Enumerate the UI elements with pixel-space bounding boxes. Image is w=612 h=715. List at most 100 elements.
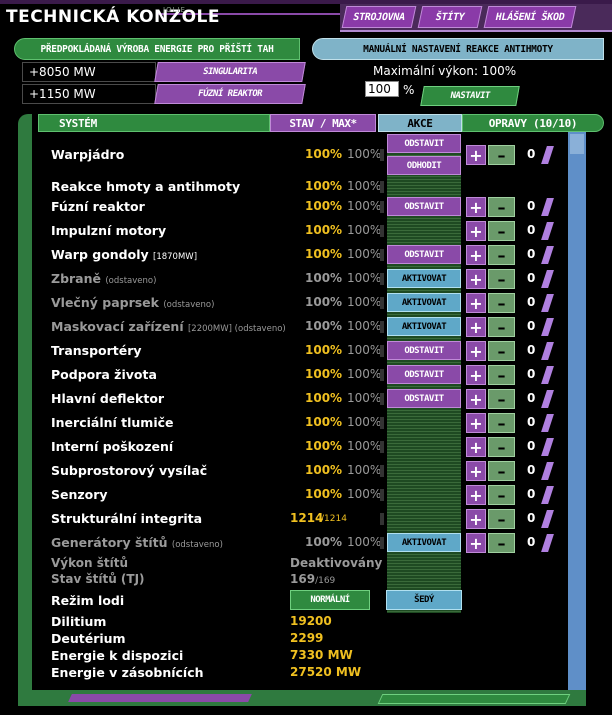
tab-stity[interactable]: ŠTÍTY (417, 6, 483, 28)
shutdown-button[interactable]: ODSTAVIT (387, 389, 461, 408)
energy-fusion-value: +1150 MW (22, 84, 156, 104)
system-max: 100% (347, 535, 382, 549)
repair-plus-button[interactable]: + (466, 365, 486, 385)
system-status: 100% (305, 271, 343, 285)
system-name-text: Podpora života (51, 367, 157, 382)
tab-strojovna[interactable]: STROJOVNA (341, 6, 417, 28)
system-max: 100% (347, 319, 382, 333)
repair-plus-button[interactable]: + (466, 533, 486, 553)
shutdown-button[interactable]: ODSTAVIT (387, 197, 461, 216)
repair-count: 0 (527, 295, 536, 309)
repair-plus-button[interactable]: + (466, 509, 486, 529)
system-max: 100% (347, 271, 382, 285)
repair-minus-button[interactable]: – (488, 365, 515, 385)
energy-available-value: 7330 MW (290, 648, 353, 662)
system-name-text: Strukturální integrita (51, 511, 203, 526)
system-status: 100% (305, 391, 343, 405)
row-tick (380, 273, 384, 285)
repair-minus-button[interactable]: – (488, 389, 515, 409)
repair-slash-icon (541, 390, 553, 408)
repair-plus-button[interactable]: + (466, 293, 486, 313)
system-name-text: Warpjádro (51, 147, 125, 162)
shutdown-button[interactable]: ODSTAVIT (387, 245, 461, 264)
shutdown-button[interactable]: ODSTAVIT (387, 134, 461, 153)
system-row: Interní poškození 100% 100% + –0 (0, 436, 612, 458)
repair-count: 0 (527, 223, 536, 237)
system-name-text: Interní poškození (51, 439, 174, 454)
repair-plus-button[interactable]: + (466, 341, 486, 361)
activate-button[interactable]: AKTIVOVAT (387, 269, 461, 288)
repair-count: 0 (527, 439, 536, 453)
row-tick (380, 369, 384, 381)
system-max: 100% (347, 463, 382, 477)
col-header-system: SYSTÉM (38, 114, 270, 132)
ship-mode-grey-button[interactable]: ŠEDÝ (386, 590, 462, 610)
repair-slash-icon (541, 462, 553, 480)
row-tick (380, 417, 384, 429)
system-max: 100% (347, 415, 382, 429)
repair-minus-button[interactable]: – (488, 221, 515, 241)
tab-hlaseni-skod[interactable]: HLÁŠENÍ ŠKOD (483, 6, 577, 28)
system-name: Warpjádro (51, 147, 124, 162)
repair-plus-button[interactable]: + (466, 413, 486, 433)
shutdown-button[interactable]: ODSTAVIT (387, 365, 461, 384)
repair-minus-button[interactable]: – (488, 145, 515, 165)
system-max: 100% (347, 391, 382, 405)
repair-count: 0 (527, 271, 536, 285)
dilithium-value: 19200 (290, 614, 332, 628)
activate-button[interactable]: AKTIVOVAT (387, 293, 461, 312)
repair-slash-icon (541, 198, 553, 216)
repair-plus-button[interactable]: + (466, 245, 486, 265)
system-row: Warpjádro 100% 100% ODSTAVIT ODHODIT + –0 (0, 134, 612, 175)
system-name-text: Transportéry (51, 343, 142, 358)
system-name-text: Impulzní motory (51, 223, 167, 238)
ship-mode-normal-button[interactable]: NORMÁLNÍ (290, 590, 370, 610)
repair-plus-button[interactable]: + (466, 197, 486, 217)
repair-minus-button[interactable]: – (488, 413, 515, 433)
system-name-note: (odstaveno) (163, 300, 215, 310)
repair-slash-icon (541, 534, 553, 552)
repair-minus-button[interactable]: – (488, 437, 515, 457)
col-header-repairs: OPRAVY (10/10) (462, 114, 604, 132)
repair-minus-button[interactable]: – (488, 197, 515, 217)
repair-minus-button[interactable]: – (488, 485, 515, 505)
system-name: Senzory (51, 487, 108, 502)
system-status: 100% (305, 535, 343, 549)
row-tick (380, 513, 384, 525)
repair-plus-button[interactable]: + (466, 145, 486, 165)
repair-plus-button[interactable]: + (466, 461, 486, 481)
repair-minus-button[interactable]: – (488, 245, 515, 265)
system-status: 100% (305, 487, 343, 501)
system-name-text: Maskovací zařízení (51, 319, 184, 334)
repair-count: 0 (527, 147, 536, 161)
repair-minus-button[interactable]: – (488, 317, 515, 337)
energy-available-label: Energie k dispozici (51, 648, 184, 663)
activate-button[interactable]: AKTIVOVAT (387, 533, 461, 552)
repair-plus-button[interactable]: + (466, 389, 486, 409)
repair-plus-button[interactable]: + (466, 317, 486, 337)
shutdown-button[interactable]: ODSTAVIT (387, 341, 461, 360)
repair-minus-button[interactable]: – (488, 509, 515, 529)
repair-plus-button[interactable]: + (466, 437, 486, 457)
system-status: 100% (305, 147, 343, 161)
system-row: Reakce hmoty a antihmoty 100% 100% (0, 176, 612, 198)
repair-minus-button[interactable]: – (488, 269, 515, 289)
repair-plus-button[interactable]: + (466, 269, 486, 289)
repair-minus-button[interactable]: – (488, 341, 515, 361)
antimatter-input[interactable] (365, 81, 399, 97)
system-name-text: Generátory štítů (51, 535, 168, 550)
system-name-text: Senzory (51, 487, 108, 502)
repair-plus-button[interactable]: + (466, 221, 486, 241)
set-button[interactable]: NASTAVIT (420, 86, 520, 106)
repair-minus-button[interactable]: – (488, 293, 515, 313)
repair-count: 0 (527, 415, 536, 429)
system-status: 100% (305, 319, 343, 333)
shield-state-label: Stav štítů (TJ) (51, 572, 145, 586)
repair-plus-button[interactable]: + (466, 485, 486, 505)
repair-minus-button[interactable]: – (488, 533, 515, 553)
system-name-text: Warp gondoly (51, 247, 149, 262)
repair-minus-button[interactable]: – (488, 461, 515, 481)
activate-button[interactable]: AKTIVOVAT (387, 317, 461, 336)
system-name-text: Vlečný paprsek (51, 295, 159, 310)
eject-button[interactable]: ODHODIT (387, 156, 461, 175)
